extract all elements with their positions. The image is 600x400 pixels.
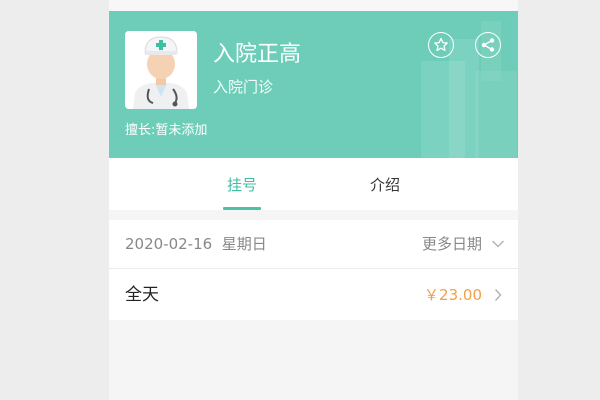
- doctor-avatar-icon: [125, 31, 197, 109]
- tab-registration[interactable]: 挂号: [227, 175, 257, 195]
- tab-bar: 挂号 介绍: [109, 158, 518, 210]
- schedule-card: 2020-02-16 星期日 更多日期 全天 ￥23.00: [109, 220, 518, 320]
- schedule-weekday: 星期日: [221, 235, 267, 253]
- tab-introduction[interactable]: 介绍: [370, 175, 400, 195]
- chevron-down-icon[interactable]: [491, 238, 505, 250]
- status-strip: [109, 0, 518, 11]
- doctor-header: 入院正高 入院门诊 擅长:暂未添加: [109, 11, 518, 158]
- schedule-date: 2020-02-16 星期日: [125, 234, 267, 254]
- doctor-name: 入院正高: [213, 42, 302, 67]
- share-button[interactable]: [475, 32, 501, 58]
- more-dates-button[interactable]: 更多日期: [422, 234, 482, 254]
- slot-label: 全天: [125, 285, 159, 305]
- date-row: 2020-02-16 星期日 更多日期: [109, 220, 518, 268]
- doctor-department: 入院门诊: [213, 78, 274, 96]
- chevron-right-icon: [494, 288, 502, 302]
- active-tab-indicator: [223, 207, 261, 210]
- slot-price: ￥23.00: [424, 286, 482, 304]
- doctor-specialty: 擅长:暂未添加: [125, 123, 208, 138]
- favorite-button[interactable]: [428, 32, 454, 58]
- doctor-page: 入院正高 入院门诊 擅长:暂未添加 挂号 介绍 2020-02-16 星期日 更…: [109, 0, 518, 400]
- star-icon: [434, 37, 448, 52]
- doctor-avatar: [125, 31, 197, 109]
- building-decoration: [475, 71, 517, 158]
- slot-row-all-day[interactable]: 全天 ￥23.00: [109, 269, 518, 320]
- share-icon: [481, 38, 495, 52]
- schedule-date-value: 2020-02-16: [125, 235, 213, 253]
